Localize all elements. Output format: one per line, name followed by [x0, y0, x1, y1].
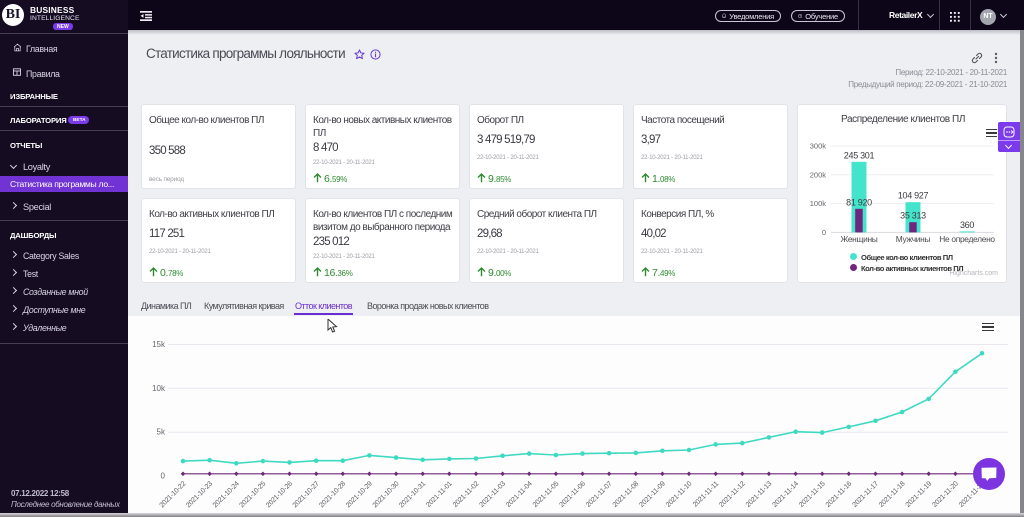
svg-text:2021-10-24: 2021-10-24 [212, 480, 241, 509]
svg-text:2021-10-30: 2021-10-30 [372, 480, 401, 509]
svg-text:2021-10-23: 2021-10-23 [185, 480, 214, 509]
svg-text:0: 0 [161, 472, 166, 481]
svg-text:2021-11-08: 2021-11-08 [612, 480, 641, 509]
svg-text:100k: 100k [810, 199, 827, 208]
svg-text:2021-11-19: 2021-11-19 [905, 480, 934, 509]
svg-text:104 927: 104 927 [898, 191, 929, 201]
svg-text:2021-11-17: 2021-11-17 [851, 480, 880, 509]
svg-text:200k: 200k [810, 170, 827, 179]
svg-text:5k: 5k [157, 428, 166, 437]
svg-text:2021-11-14: 2021-11-14 [772, 480, 801, 509]
svg-text:2021-10-31: 2021-10-31 [398, 480, 427, 509]
svg-text:2021-11-12: 2021-11-12 [718, 480, 747, 509]
svg-text:2021-10-27: 2021-10-27 [292, 480, 321, 509]
svg-text:0: 0 [822, 228, 826, 237]
svg-text:2021-11-11: 2021-11-11 [692, 480, 720, 508]
svg-text:2021-11-10: 2021-11-10 [665, 480, 694, 509]
svg-text:2021-10-26: 2021-10-26 [265, 480, 294, 509]
svg-text:2021-11-16: 2021-11-16 [825, 480, 854, 509]
svg-text:2021-11-09: 2021-11-09 [638, 480, 667, 509]
svg-text:2021-10-25: 2021-10-25 [238, 480, 267, 509]
svg-text:2021-10-29: 2021-10-29 [345, 480, 374, 509]
svg-text:81 920: 81 920 [846, 197, 872, 207]
svg-text:245 301: 245 301 [844, 150, 875, 160]
svg-text:2021-11-06: 2021-11-06 [558, 480, 587, 509]
svg-text:2021-11-07: 2021-11-07 [585, 480, 614, 509]
svg-text:2021-11-15: 2021-11-15 [798, 480, 827, 509]
svg-text:2021-10-28: 2021-10-28 [318, 480, 347, 509]
svg-text:2021-11-01: 2021-11-01 [425, 480, 454, 509]
svg-text:2021-11-20: 2021-11-20 [931, 480, 960, 509]
svg-text:2021-10-22: 2021-10-22 [159, 480, 188, 509]
svg-text:360: 360 [960, 220, 974, 230]
svg-text:2021-11-18: 2021-11-18 [878, 480, 907, 509]
svg-text:Женщины: Женщины [840, 234, 877, 244]
svg-text:300k: 300k [810, 142, 827, 151]
svg-text:Мужчины: Мужчины [896, 234, 931, 244]
svg-text:35 313: 35 313 [900, 211, 926, 221]
svg-text:15k: 15k [152, 340, 166, 349]
svg-text:2021-11-05: 2021-11-05 [532, 480, 561, 509]
svg-text:2021-11-02: 2021-11-02 [452, 480, 481, 509]
svg-text:Не определено: Не определено [939, 234, 995, 244]
svg-text:10k: 10k [152, 384, 166, 393]
svg-text:2021-11-13: 2021-11-13 [745, 480, 774, 509]
svg-text:2021-11-04: 2021-11-04 [505, 480, 534, 509]
svg-text:2021-11-03: 2021-11-03 [479, 480, 508, 509]
